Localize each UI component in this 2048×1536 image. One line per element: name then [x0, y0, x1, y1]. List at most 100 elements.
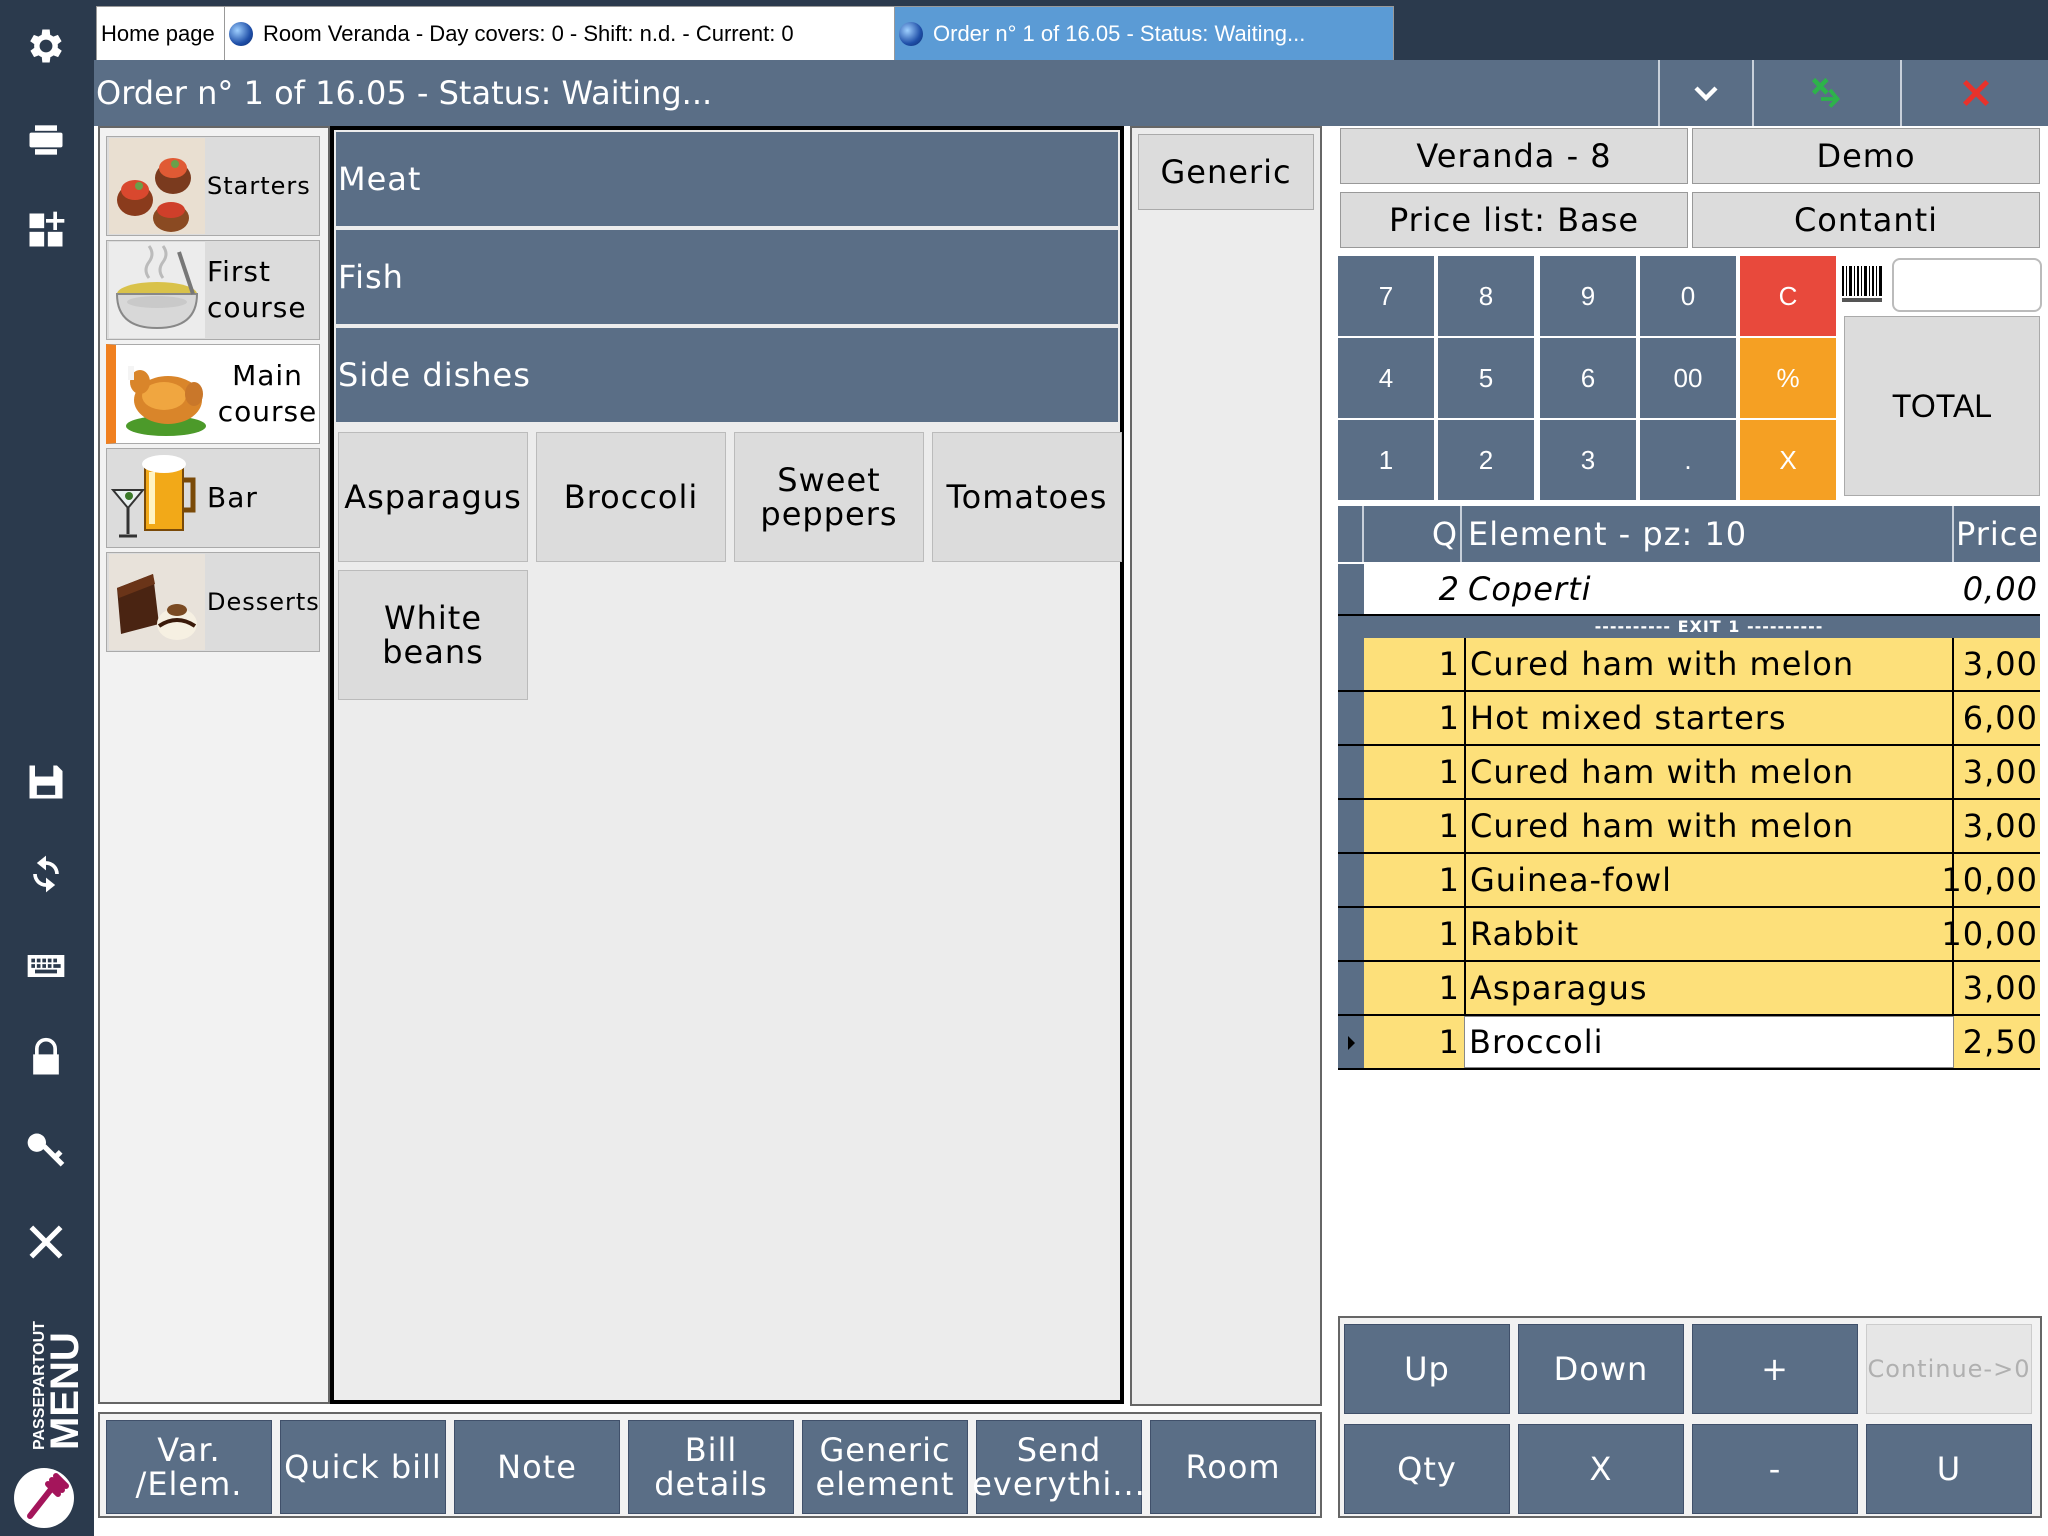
order-header: Order n° 1 of 16.05 - Status: Waiting... [94, 60, 2048, 126]
note-button[interactable]: Note [454, 1420, 620, 1514]
page-title: Order n° 1 of 16.05 - Status: Waiting... [96, 74, 713, 112]
total-button[interactable]: TOTAL [1844, 316, 2040, 496]
key-3[interactable]: 3 [1540, 420, 1636, 500]
row-quantity: 1 [1438, 753, 1460, 791]
u-button[interactable]: U [1866, 1424, 2032, 1514]
key-decimal[interactable]: . [1640, 420, 1736, 500]
close-order-button[interactable] [1900, 60, 2048, 126]
row-element: Guinea-fowl [1464, 854, 1954, 906]
key-5[interactable]: 5 [1438, 338, 1534, 418]
printer-icon[interactable] [22, 116, 70, 164]
bill-details-button[interactable]: Bill details [628, 1420, 794, 1514]
close-icon[interactable] [22, 1218, 70, 1266]
up-button[interactable]: Up [1344, 1324, 1510, 1414]
key-7[interactable]: 7 [1338, 256, 1434, 336]
room-button[interactable]: Room [1150, 1420, 1316, 1514]
row-element: Coperti [1468, 570, 1592, 608]
order-item-row[interactable]: 1 Hot mixed starters 6,00 [1338, 692, 2040, 746]
key-1[interactable]: 1 [1338, 420, 1434, 500]
barcode-icon[interactable] [1840, 262, 1886, 306]
generic-element-button[interactable]: Generic element [802, 1420, 968, 1514]
key-6[interactable]: 6 [1540, 338, 1636, 418]
variations-button[interactable]: Var. /Elem. [106, 1420, 272, 1514]
product-broccoli[interactable]: Broccoli [536, 432, 726, 562]
key-0[interactable]: 0 [1640, 256, 1736, 336]
row-element: Hot mixed starters [1464, 692, 1954, 744]
price-list-button[interactable]: Price list: Base [1340, 192, 1688, 248]
row-element: Cured ham with melon [1464, 746, 1954, 798]
dashboard-add-icon[interactable] [22, 206, 70, 254]
row-quantity: 1 [1438, 1023, 1460, 1061]
row-selector [1338, 800, 1364, 852]
row-selector [1338, 1016, 1364, 1068]
minus-button[interactable]: - [1692, 1424, 1858, 1514]
continue-button[interactable]: Continue->0 [1866, 1324, 2032, 1414]
tab-home-page[interactable]: Home page [96, 6, 230, 62]
qty-button[interactable]: Qty [1344, 1424, 1510, 1514]
row-element-editing[interactable]: Broccoli [1464, 1016, 1954, 1068]
category-main-course[interactable]: Main course [106, 344, 320, 444]
product-sweet-peppers[interactable]: Sweet peppers [734, 432, 924, 562]
quantity-input[interactable] [1892, 258, 2042, 312]
key-4[interactable]: 4 [1338, 338, 1434, 418]
lock-icon[interactable] [22, 1034, 70, 1082]
category-first-course[interactable]: First course [106, 240, 320, 340]
category-label: Main course [217, 359, 318, 428]
delete-x-button[interactable]: X [1518, 1424, 1684, 1514]
category-starters[interactable]: Starters [106, 136, 320, 236]
product-white-beans[interactable]: White beans [338, 570, 528, 700]
row-selector [1338, 962, 1364, 1014]
row-quantity: 1 [1438, 645, 1460, 683]
desserts-image [109, 554, 205, 650]
row-selector [1338, 908, 1364, 960]
row-price: 3,00 [1962, 753, 2038, 791]
save-icon[interactable] [22, 758, 70, 806]
tab-label: Home page [101, 21, 215, 46]
key-multiply[interactable]: X [1740, 420, 1836, 500]
gear-icon[interactable] [22, 22, 70, 70]
product-tomatoes[interactable]: Tomatoes [932, 432, 1122, 562]
key-icon[interactable] [22, 1126, 70, 1174]
tab-order[interactable]: Order n° 1 of 16.05 - Status: Waiting... [894, 6, 1394, 62]
keyboard-icon[interactable] [22, 942, 70, 990]
order-item-row[interactable]: 1 Cured ham with melon 3,00 [1338, 746, 2040, 800]
order-item-row[interactable]: 1 Asparagus 3,00 [1338, 962, 2040, 1016]
quick-bill-button[interactable]: Quick bill [280, 1420, 446, 1514]
export-excel-button[interactable] [1752, 60, 1900, 126]
down-button[interactable]: Down [1518, 1324, 1684, 1414]
payment-button[interactable]: Contanti [1692, 192, 2040, 248]
subcategory-meat[interactable]: Meat [336, 132, 1118, 226]
row-selector [1338, 638, 1364, 690]
product-asparagus[interactable]: Asparagus [338, 432, 528, 562]
key-2[interactable]: 2 [1438, 420, 1534, 500]
collapse-button[interactable] [1658, 60, 1752, 126]
operator-button[interactable]: Demo [1692, 128, 2040, 184]
refresh-icon[interactable] [22, 850, 70, 898]
key-9[interactable]: 9 [1540, 256, 1636, 336]
key-clear[interactable]: C [1740, 256, 1836, 336]
category-bar[interactable]: Bar [106, 448, 320, 548]
tab-bar: Home page Room Veranda - Day covers: 0 -… [94, 0, 2048, 62]
order-item-row-selected[interactable]: 1 Broccoli 2,50 [1338, 1016, 2040, 1070]
send-everything-button[interactable]: Send everythi... [972, 1420, 1145, 1514]
covers-row[interactable]: 2 Coperti 0,00 [1338, 564, 2040, 616]
order-item-row[interactable]: 1 Cured ham with melon 3,00 [1338, 800, 2040, 854]
order-item-row[interactable]: 1 Rabbit 10,00 [1338, 908, 2040, 962]
key-00[interactable]: 00 [1640, 338, 1736, 418]
key-percent[interactable]: % [1740, 338, 1836, 418]
generic-column: Generic [1130, 126, 1322, 1406]
generic-button[interactable]: Generic [1138, 134, 1314, 210]
svg-text:MENU: MENU [43, 1332, 87, 1450]
row-quantity: 1 [1438, 915, 1460, 953]
row-quantity: 2 [1438, 570, 1460, 608]
order-item-row[interactable]: 1 Guinea-fowl 10,00 [1338, 854, 2040, 908]
table-button[interactable]: Veranda - 8 [1340, 128, 1688, 184]
tab-room-veranda[interactable]: Room Veranda - Day covers: 0 - Shift: n.… [224, 6, 900, 62]
subcategory-fish[interactable]: Fish [336, 230, 1118, 324]
subcategory-side-dishes[interactable]: Side dishes [336, 328, 1118, 422]
category-desserts[interactable]: Desserts [106, 552, 320, 652]
plus-button[interactable]: + [1692, 1324, 1858, 1414]
key-8[interactable]: 8 [1438, 256, 1534, 336]
first-course-image [109, 242, 205, 338]
order-item-row[interactable]: 1 Cured ham with melon 3,00 [1338, 638, 2040, 692]
